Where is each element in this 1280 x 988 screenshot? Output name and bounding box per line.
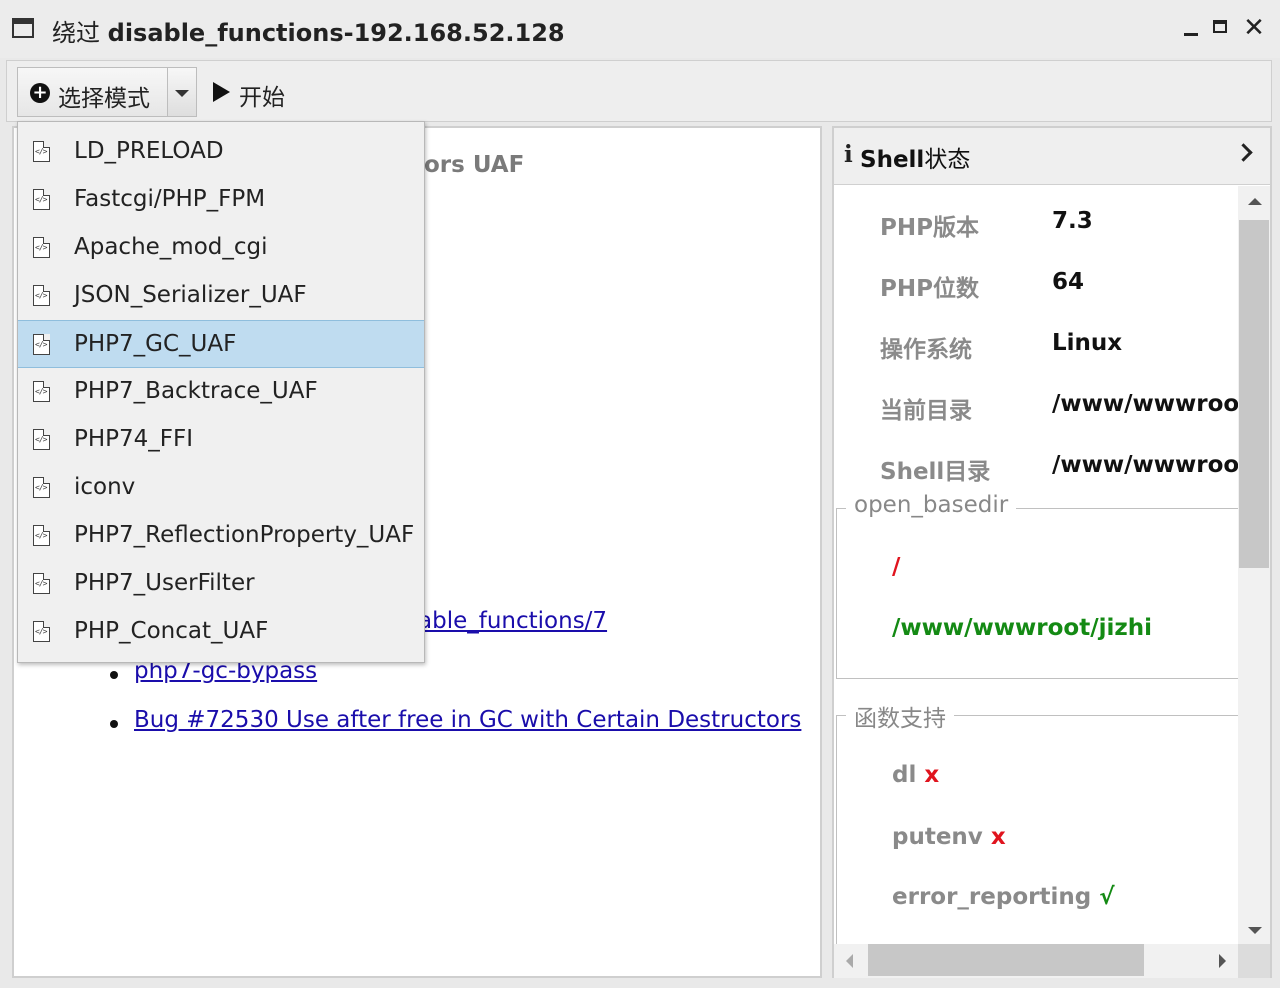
- code-file-icon: [33, 381, 50, 402]
- mode-dropdown-menu: LD_PRELOAD Fastcgi/PHP_FPM Apache_mod_cg…: [17, 121, 425, 663]
- horizontal-scrollbar[interactable]: [834, 944, 1238, 978]
- current-dir-label: 当前目录: [880, 398, 972, 424]
- list-item: Bug #72530 Use after free in GC with Cer…: [110, 707, 801, 733]
- supported-mark: √: [1099, 884, 1115, 910]
- menu-item-label: Fastcgi/PHP_FPM: [74, 186, 266, 212]
- menu-item-php7-backtrace-uaf[interactable]: PHP7_Backtrace_UAF: [18, 368, 424, 416]
- os-value: Linux: [1052, 330, 1123, 356]
- code-file-icon: [33, 621, 50, 642]
- reference-link-partial[interactable]: able_functions/7: [418, 608, 607, 634]
- menu-item-php7-userfilter[interactable]: PHP7_UserFilter: [18, 560, 424, 608]
- close-button[interactable]: ✕: [1242, 14, 1266, 42]
- os-label: 操作系统: [880, 337, 972, 363]
- php-version-label: PHP版本: [880, 215, 979, 241]
- unsupported-mark: x: [990, 824, 1006, 850]
- menu-item-php-concat-uaf[interactable]: PHP_Concat_UAF: [18, 608, 424, 656]
- window-title: 绕过 disable_functions-192.168.52.128: [52, 13, 565, 48]
- shell-status-title-rest: 状态: [924, 147, 971, 173]
- function-name: putenv: [892, 824, 983, 850]
- shell-dir-label: Shell目录: [880, 459, 991, 485]
- basedir-path: /www/wwwroot/jizhi: [892, 615, 1153, 641]
- code-file-icon: [33, 285, 50, 306]
- title-bar: 绕过 disable_functions-192.168.52.128 ✕: [0, 0, 1280, 58]
- php-bits-value: 64: [1052, 269, 1085, 295]
- plus-circle-icon: +: [30, 83, 50, 103]
- chevron-right-icon[interactable]: [1234, 143, 1253, 162]
- open-basedir-fieldset: [836, 508, 1238, 679]
- caret-down-icon: [175, 90, 189, 97]
- shell-status-header: i Shell状态: [834, 128, 1270, 185]
- code-file-icon: [33, 189, 50, 210]
- shell-status-title: Shell状态: [860, 140, 970, 174]
- open-basedir-legend: open_basedir: [846, 492, 1017, 518]
- code-file-icon: [33, 573, 50, 594]
- php-version-value: 7.3: [1052, 208, 1093, 234]
- bullet: [110, 671, 118, 679]
- start-label: 开始: [239, 85, 285, 111]
- play-icon: [213, 82, 230, 102]
- shell-status-title-bold: Shell: [860, 147, 925, 173]
- menu-item-json-serializer-uaf[interactable]: JSON_Serializer_UAF: [18, 272, 424, 320]
- scroll-left-arrow-icon[interactable]: [846, 954, 853, 968]
- menu-item-label: PHP7_UserFilter: [74, 570, 255, 596]
- select-mode-button[interactable]: + 选择模式: [17, 67, 167, 117]
- select-mode-label: 选择模式: [58, 86, 150, 112]
- php-bits-label: PHP位数: [880, 276, 979, 302]
- scroll-down-arrow-icon[interactable]: [1248, 927, 1262, 934]
- code-file-icon: [33, 334, 50, 355]
- menu-item-fastcgi[interactable]: Fastcgi/PHP_FPM: [18, 176, 424, 224]
- window-title-main: disable_functions-192.168.52.128: [107, 19, 565, 47]
- menu-item-ld-preload[interactable]: LD_PRELOAD: [18, 128, 424, 176]
- menu-item-php7-gc-uaf[interactable]: PHP7_GC_UAF: [18, 320, 424, 368]
- info-icon: i: [844, 141, 853, 168]
- menu-item-label: PHP7_ReflectionProperty_UAF: [74, 522, 415, 548]
- menu-item-apache-mod-cgi[interactable]: Apache_mod_cgi: [18, 224, 424, 272]
- menu-item-php7-reflectionproperty-uaf[interactable]: PHP7_ReflectionProperty_UAF: [18, 512, 424, 560]
- window-title-prefix: 绕过: [52, 19, 100, 47]
- code-file-icon: [33, 429, 50, 450]
- menu-item-iconv[interactable]: iconv: [18, 464, 424, 512]
- scroll-right-arrow-icon[interactable]: [1219, 954, 1226, 968]
- code-file-icon: [33, 525, 50, 546]
- function-name: dl: [892, 762, 917, 788]
- menu-item-label: PHP_Concat_UAF: [74, 618, 269, 644]
- code-file-icon: [33, 477, 50, 498]
- scroll-up-arrow-icon[interactable]: [1248, 198, 1262, 205]
- content-heading: ors UAF: [424, 152, 525, 178]
- function-name: error_reporting: [892, 884, 1092, 910]
- vertical-scroll-thumb[interactable]: [1239, 220, 1269, 568]
- shell-dir-value: /www/wwwroo: [1052, 452, 1238, 478]
- reference-link[interactable]: Bug #72530 Use after free in GC with Cer…: [134, 707, 801, 733]
- menu-item-label: Apache_mod_cgi: [74, 234, 268, 260]
- basedir-path: /: [892, 554, 901, 580]
- horizontal-scroll-thumb[interactable]: [868, 944, 1144, 976]
- code-file-icon: [33, 237, 50, 258]
- mode-dropdown-toggle[interactable]: [167, 67, 197, 117]
- vertical-scrollbar[interactable]: [1238, 186, 1270, 944]
- unsupported-mark: x: [924, 762, 940, 788]
- menu-item-label: LD_PRELOAD: [74, 138, 224, 164]
- toolbar: + 选择模式 开始: [6, 60, 1272, 122]
- menu-item-label: JSON_Serializer_UAF: [74, 282, 307, 308]
- menu-item-label: iconv: [74, 474, 136, 500]
- minimize-button[interactable]: [1180, 14, 1204, 42]
- code-file-icon: [33, 141, 50, 162]
- menu-item-label: PHP7_Backtrace_UAF: [74, 378, 318, 404]
- current-dir-value: /www/wwwroo: [1052, 391, 1238, 417]
- menu-item-php74-ffi[interactable]: PHP74_FFI: [18, 416, 424, 464]
- shell-status-body: PHP版本 7.3 PHP位数 64 操作系统 Linux 当前目录 /www/…: [834, 186, 1238, 944]
- function-support-legend: 函数支持: [846, 699, 954, 733]
- function-item-dl: dl x: [892, 762, 939, 788]
- start-button[interactable]: 开始: [213, 67, 303, 117]
- bullet: [110, 720, 118, 728]
- window-icon: [12, 18, 34, 38]
- scrollbar-corner: [1238, 944, 1270, 978]
- function-item-putenv: putenv x: [892, 824, 1006, 850]
- shell-status-panel: i Shell状态 PHP版本 7.3 PHP位数 64 操作系统 Linux …: [832, 126, 1272, 978]
- menu-item-label: PHP74_FFI: [74, 426, 194, 452]
- function-item-error-reporting: error_reporting √: [892, 884, 1115, 910]
- menu-item-label: PHP7_GC_UAF: [74, 331, 237, 357]
- maximize-button[interactable]: [1210, 14, 1234, 42]
